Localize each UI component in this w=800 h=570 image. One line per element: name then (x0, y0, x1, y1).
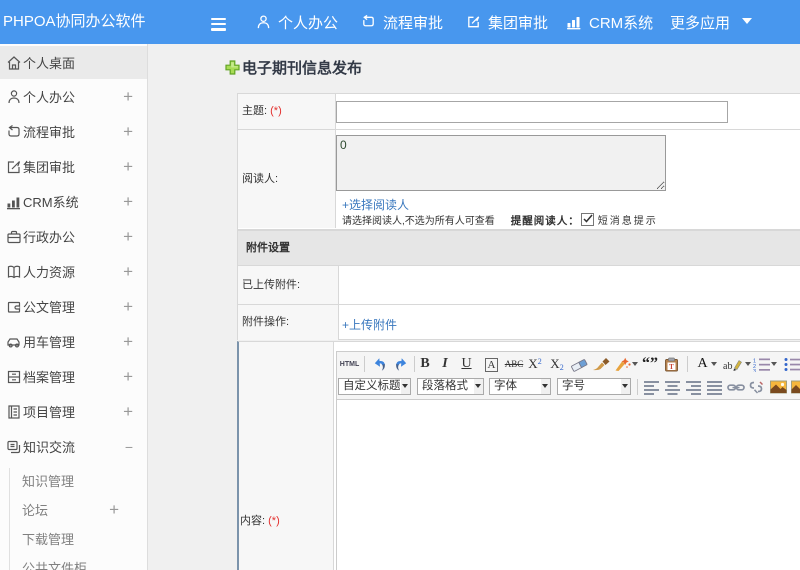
svg-text:ab: ab (723, 361, 732, 372)
svg-text:3: 3 (753, 369, 756, 372)
svg-text:T: T (669, 363, 674, 371)
